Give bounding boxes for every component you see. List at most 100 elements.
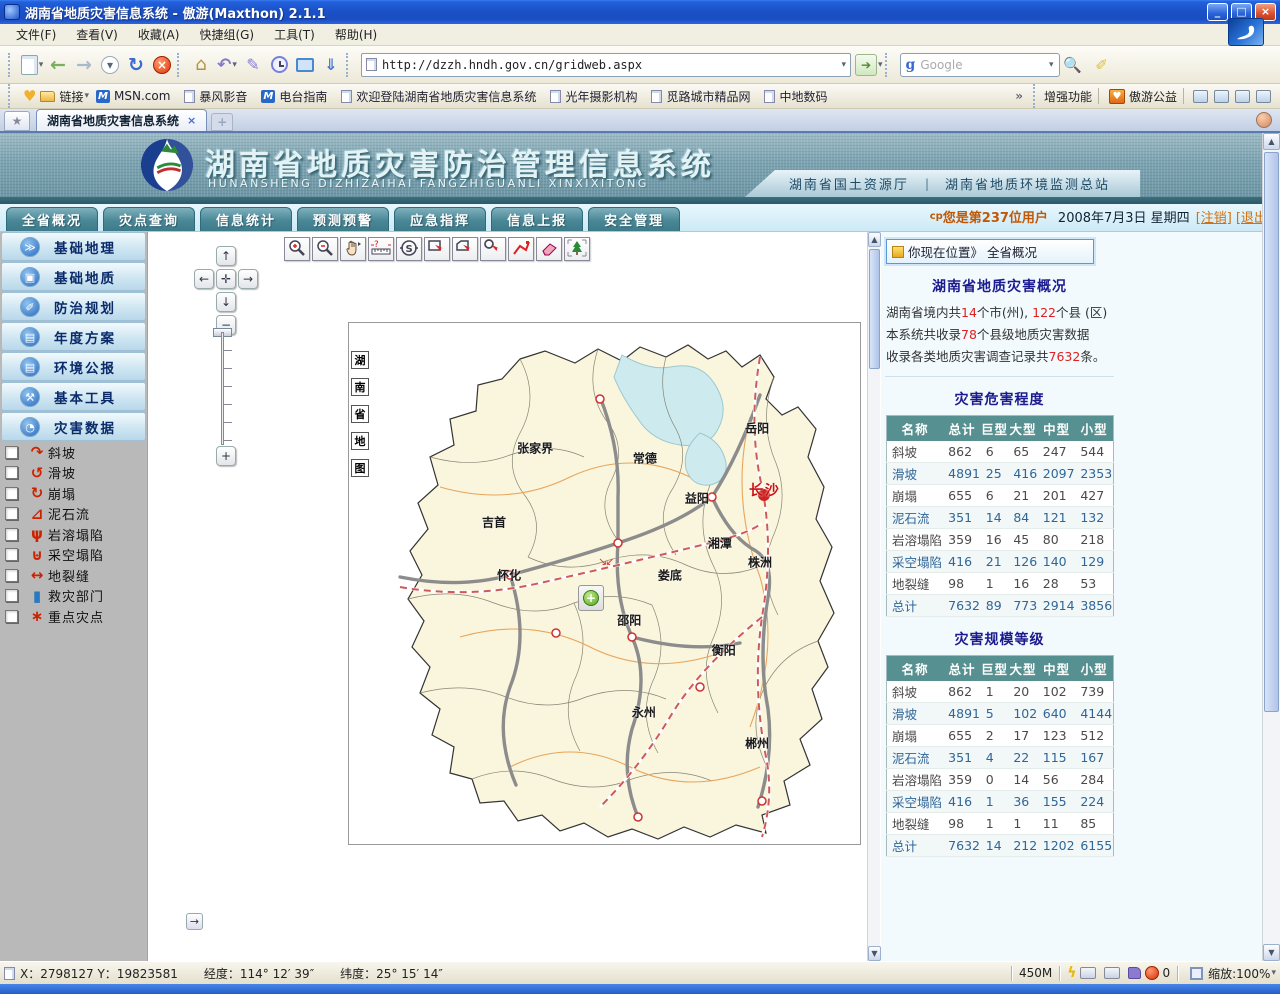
plugin-icon[interactable] [1256, 90, 1271, 103]
map-tool-pan[interactable] [340, 237, 366, 261]
tab-active[interactable]: 湖南省地质灾害信息系统 × [36, 109, 207, 131]
link-item-0[interactable]: MMSN.com [96, 89, 170, 103]
map-zoom-marker-button[interactable]: + [578, 585, 604, 611]
go-dropdown-icon[interactable]: ▾ [878, 60, 883, 70]
maxthon-logo[interactable] [1228, 18, 1264, 46]
org-link-geo-environment[interactable]: 湖南省地质环境监测总站 [945, 174, 1110, 193]
layer-checkbox[interactable] [5, 589, 18, 602]
linksbar-grip[interactable] [8, 84, 13, 108]
notes-icon[interactable] [1235, 90, 1250, 103]
map-canvas[interactable]: 张家界常德岳阳益阳长沙吉首湘潭株洲娄底怀化邵阳衡阳永州郴州 + ↘↙ [370, 337, 860, 843]
scroll-thumb[interactable] [869, 249, 880, 369]
map-tool-draw-redline[interactable] [508, 237, 534, 261]
url-input[interactable]: http://dzzh.hndh.gov.cn/gridweb.aspx [382, 58, 840, 72]
nav-tab-4[interactable]: 应急指挥 [394, 207, 486, 231]
zoom-in-step-button[interactable]: + [216, 446, 236, 466]
pan-center-button[interactable]: ✛ [216, 269, 236, 289]
map-tool-select-circle[interactable] [480, 237, 506, 261]
pan-down-button[interactable]: ↓ [216, 292, 236, 312]
search-dropdown-icon[interactable]: ▾ [1049, 60, 1054, 70]
menu-item-0[interactable]: 文件(F) [6, 24, 66, 45]
menu-item-3[interactable]: 快捷组(G) [189, 24, 264, 45]
logout-link[interactable]: [注销] [1196, 207, 1232, 226]
sidebar-section-5[interactable]: ⚒基本工具 [1, 382, 146, 411]
menu-item-5[interactable]: 帮助(H) [325, 24, 387, 45]
map-tool-select-polygon[interactable] [452, 237, 478, 261]
scroll-up-icon[interactable]: ▲ [1263, 133, 1280, 150]
menu-item-1[interactable]: 查看(V) [66, 24, 128, 45]
scroll-down-icon[interactable]: ▼ [868, 946, 881, 961]
refresh-button[interactable]: ↻ [124, 52, 148, 78]
pan-left-button[interactable]: ← [194, 269, 214, 289]
history-button[interactable] [267, 52, 291, 78]
window-list-icon[interactable] [1214, 90, 1229, 103]
pan-right-button[interactable]: → [238, 269, 258, 289]
proxy-icon[interactable] [1193, 90, 1208, 103]
url-dropdown-icon[interactable]: ▾ [841, 60, 846, 70]
map-tool-eraser[interactable] [536, 237, 562, 261]
tabbar-right-button[interactable] [1256, 112, 1272, 128]
toolbar-grip[interactable] [8, 53, 13, 77]
new-tab-button[interactable]: + [211, 113, 233, 131]
layer-checkbox[interactable] [5, 548, 18, 561]
zoom-slider-track[interactable] [221, 332, 224, 445]
sidebar-section-4[interactable]: ▤环境公报 [1, 352, 146, 381]
printer-icon[interactable] [1080, 967, 1096, 979]
back-button[interactable]: ← [46, 52, 70, 78]
search-input[interactable]: Google [920, 58, 1048, 72]
home-button[interactable]: ⌂ [189, 52, 213, 78]
sidebar-section-1[interactable]: ▣基础地质 [1, 262, 146, 291]
menu-item-2[interactable]: 收藏(A) [128, 24, 190, 45]
nav-tab-2[interactable]: 信息统计 [200, 207, 292, 231]
new-window-icon[interactable] [1104, 967, 1120, 979]
boost-icon[interactable]: ϟ [1067, 965, 1076, 981]
notes-icon[interactable] [1128, 967, 1141, 979]
toolbar-grip[interactable] [177, 53, 182, 77]
window-mode-button[interactable] [293, 52, 317, 78]
map-tool-select-rect[interactable] [424, 237, 450, 261]
favorites-icon[interactable]: ♥ [23, 87, 36, 105]
panel-scrollbar[interactable]: ▲ ▼ [867, 232, 880, 961]
links-label[interactable]: 链接 [59, 88, 83, 105]
map-tool-measure[interactable]: ? [368, 237, 394, 261]
link-item-4[interactable]: 光年摄影机构 [550, 88, 637, 105]
layer-checkbox[interactable] [5, 446, 18, 459]
layer-checkbox[interactable] [5, 610, 18, 623]
map-tool-layer-tree[interactable] [564, 237, 590, 261]
nav-tab-0[interactable]: 全省概况 [6, 207, 98, 231]
sidebar-section-2[interactable]: ✐防治规划 [1, 292, 146, 321]
link-item-6[interactable]: 中地数码 [764, 88, 827, 105]
layer-checkbox[interactable] [5, 507, 18, 520]
link-item-2[interactable]: M电台指南 [261, 88, 327, 105]
scroll-up-icon[interactable]: ▲ [868, 232, 881, 247]
favorites-tab-button[interactable]: ★ [4, 111, 30, 131]
stop-button[interactable]: × [150, 52, 174, 78]
menu-item-4[interactable]: 工具(T) [264, 24, 325, 45]
download-button[interactable]: ⇓ [319, 52, 343, 78]
layer-checkbox[interactable] [5, 466, 18, 479]
sidebar-section-3[interactable]: ▤年度方案 [1, 322, 146, 351]
map-tool-zoom-out[interactable] [312, 237, 338, 261]
blocked-popup-icon[interactable] [1145, 966, 1159, 980]
map-scroll-right-button[interactable]: → [186, 913, 203, 930]
maxthon-charity-icon[interactable]: ♥ [1109, 89, 1125, 104]
link-item-1[interactable]: 暴风影音 [184, 88, 247, 105]
link-item-3[interactable]: 欢迎登陆湖南省地质灾害信息系统 [341, 88, 536, 105]
layer-checkbox[interactable] [5, 528, 18, 541]
map-tool-full-extent[interactable]: S [396, 237, 422, 261]
scroll-thumb[interactable] [1264, 152, 1279, 712]
browser-scrollbar[interactable]: ▲ ▼ [1262, 133, 1280, 961]
magic-fill-button[interactable]: ✎ [241, 52, 265, 78]
nav-tab-3[interactable]: 预测预警 [297, 207, 389, 231]
toolbar-grip[interactable] [346, 53, 351, 77]
scroll-down-icon[interactable]: ▼ [1263, 944, 1280, 961]
zoom-level[interactable]: 缩放:100% [1208, 965, 1270, 982]
layer-checkbox[interactable] [5, 487, 18, 500]
link-item-5[interactable]: 觅路城市精品网 [651, 88, 750, 105]
linksbar-grip[interactable] [1033, 84, 1038, 108]
address-bar[interactable]: http://dzzh.hndh.gov.cn/gridweb.aspx ▾ [361, 53, 851, 77]
forward-button[interactable]: → [72, 52, 96, 78]
overflow-chevron-icon[interactable]: » [1015, 89, 1023, 103]
sidebar-section-0[interactable]: ≫基础地理 [1, 232, 146, 261]
minimize-button[interactable]: _ [1207, 3, 1228, 21]
